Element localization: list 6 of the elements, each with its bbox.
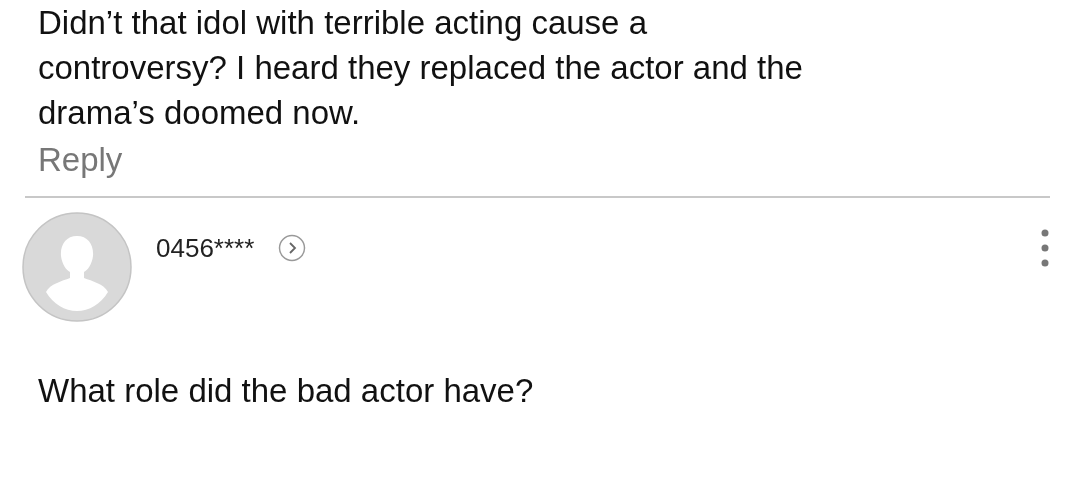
chevron-right-icon[interactable] (278, 234, 307, 262)
username[interactable]: 0456**** (156, 228, 255, 268)
comment-text: Didn’t that idol with terrible acting cause a controversy? I heard they replaced the actor and the drama’s doomed now. (38, 3, 804, 133)
reply-button[interactable]: Reply (38, 137, 123, 182)
comment-text: What role did the bad actor have? (37, 371, 535, 411)
more-menu-icon[interactable] (1040, 228, 1050, 268)
